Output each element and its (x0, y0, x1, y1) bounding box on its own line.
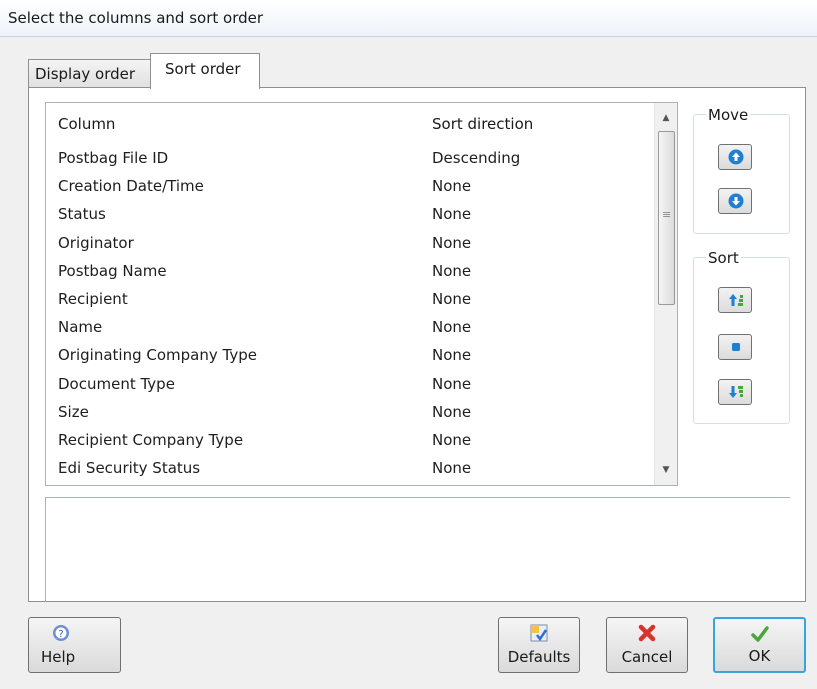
defaults-button[interactable]: Defaults (498, 617, 580, 673)
column-name: Size (58, 402, 89, 421)
scrollbar-grip-icon: ≡ (662, 208, 672, 221)
column-name: Creation Date/Time (58, 177, 204, 196)
sort-direction-header[interactable]: Sort direction (432, 115, 533, 133)
list-item[interactable]: Originating Company Type None (46, 346, 652, 374)
sort-column-list[interactable]: Column Sort direction Postbag File ID Des… (45, 102, 678, 486)
sort-direction: None (432, 261, 472, 280)
title-bar: Select the columns and sort order (0, 0, 817, 37)
column-name: Status (58, 205, 106, 224)
tab-sort-order[interactable]: Sort order (150, 53, 260, 89)
list-item[interactable]: Postbag File ID Descending (46, 149, 652, 177)
move-group-label: Move (706, 106, 751, 124)
column-name: Recipient Company Type (58, 430, 244, 449)
column-name: Recipient (58, 289, 128, 308)
sort-direction: None (432, 459, 472, 478)
sort-direction: None (432, 233, 472, 252)
ok-label: OK (748, 647, 771, 665)
list-item[interactable]: Edi Security Status None (46, 459, 652, 485)
sort-group-label: Sort (706, 249, 741, 267)
defaults-label: Defaults (507, 648, 571, 666)
sort-ascending-icon (729, 294, 743, 306)
column-header[interactable]: Column (58, 115, 115, 133)
help-label: Help (41, 648, 76, 666)
tab-display-order-label: Display order (35, 65, 136, 83)
list-item[interactable]: Postbag Name None (46, 262, 652, 290)
scroll-up-arrow-icon[interactable]: ▲ (655, 107, 677, 129)
column-name: Postbag File ID (58, 149, 169, 167)
move-up-button[interactable] (718, 144, 752, 170)
cancel-button[interactable]: Cancel (606, 617, 688, 673)
list-item[interactable]: Recipient None (46, 290, 652, 318)
scrollbar-thumb[interactable]: ≡ (658, 131, 675, 305)
sort-direction: None (432, 205, 472, 224)
sort-none-button[interactable] (718, 334, 752, 360)
tab-display-order[interactable]: Display order (28, 59, 152, 88)
list-item[interactable]: Document Type None (46, 375, 652, 403)
window-title: Select the columns and sort order (8, 9, 264, 27)
sort-direction: None (432, 430, 472, 449)
list-rows: Postbag File ID Descending Creation Date/… (46, 149, 652, 485)
sort-direction: None (432, 346, 472, 365)
tab-sort-order-label: Sort order (165, 60, 241, 78)
move-group: Move (693, 106, 790, 234)
sort-direction: None (432, 318, 472, 337)
move-up-icon (728, 149, 744, 165)
move-down-icon (728, 193, 744, 209)
list-item[interactable]: Recipient Company Type None (46, 431, 652, 459)
column-name: Originator (58, 233, 134, 252)
sort-none-icon (732, 343, 740, 351)
list-item[interactable]: Creation Date/Time None (46, 177, 652, 205)
sort-ascending-button[interactable] (718, 287, 752, 313)
vertical-scrollbar[interactable]: ▲ ≡ ▼ (654, 103, 677, 485)
ok-button[interactable]: OK (713, 617, 806, 673)
checkmark-icon (750, 626, 769, 642)
list-item[interactable]: Size None (46, 403, 652, 431)
defaults-icon (530, 624, 548, 642)
column-name: Name (58, 318, 103, 337)
sort-direction: None (432, 289, 472, 308)
scroll-down-arrow-icon[interactable]: ▼ (655, 459, 677, 481)
help-icon: ? (53, 625, 69, 641)
sort-descending-button[interactable] (718, 379, 752, 405)
sort-direction: None (432, 374, 472, 393)
sort-direction: None (432, 402, 472, 421)
column-name: Originating Company Type (58, 346, 257, 365)
svg-text:?: ? (58, 629, 63, 640)
description-box (45, 497, 790, 602)
sort-direction: None (432, 177, 472, 196)
list-item[interactable]: Name None (46, 318, 652, 346)
help-button[interactable]: ? Help (28, 617, 121, 673)
sort-descending-icon (729, 386, 743, 398)
sort-group: Sort (693, 249, 790, 424)
move-down-button[interactable] (718, 188, 752, 214)
sort-direction: Descending (432, 149, 521, 167)
list-item[interactable]: Status None (46, 205, 652, 233)
list-item[interactable]: Originator None (46, 234, 652, 262)
column-name: Document Type (58, 374, 175, 393)
column-name: Postbag Name (58, 261, 167, 280)
cancel-icon (638, 624, 656, 642)
column-name: Edi Security Status (58, 459, 201, 478)
cancel-label: Cancel (621, 648, 673, 666)
